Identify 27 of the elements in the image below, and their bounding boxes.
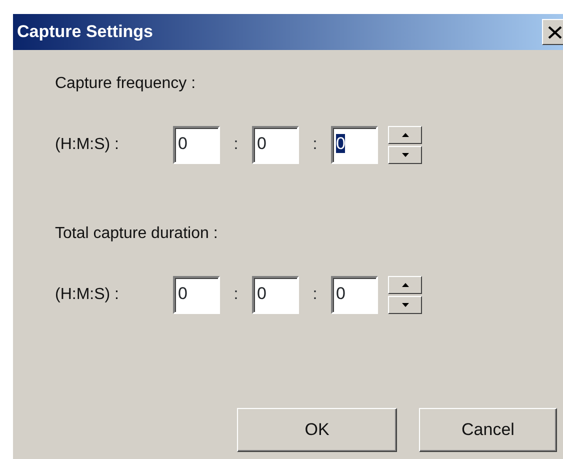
down-arrow-icon bbox=[402, 303, 408, 307]
spin-down-button[interactable] bbox=[388, 296, 422, 314]
close-icon bbox=[548, 26, 562, 38]
input-field[interactable]: 0 bbox=[252, 276, 299, 314]
input-field[interactable]: 0 bbox=[173, 126, 220, 164]
input-field[interactable]: 0 bbox=[331, 126, 378, 164]
cancel-button[interactable]: Cancel bbox=[419, 408, 557, 452]
input-field[interactable]: 0 bbox=[173, 276, 220, 314]
input-field[interactable]: 0 bbox=[252, 126, 299, 164]
spin-up-button[interactable] bbox=[388, 276, 422, 294]
separator: : bbox=[232, 135, 240, 155]
field-label: (H:M:S) : bbox=[55, 285, 120, 305]
input-field[interactable]: 0 bbox=[331, 276, 378, 314]
section-label: Total capture duration : bbox=[55, 224, 219, 244]
up-arrow-icon bbox=[402, 283, 408, 287]
down-arrow-icon bbox=[402, 153, 408, 157]
spin-down-button[interactable] bbox=[388, 146, 422, 164]
spin-up-button[interactable] bbox=[388, 126, 422, 144]
close-button[interactable] bbox=[542, 19, 563, 45]
separator: : bbox=[232, 285, 240, 305]
separator: : bbox=[312, 135, 318, 155]
separator: : bbox=[312, 285, 318, 305]
up-arrow-icon bbox=[402, 133, 408, 137]
window-title: Capture Settings bbox=[17, 21, 154, 44]
ok-button[interactable]: OK bbox=[237, 408, 397, 452]
section-label: Capture frequency : bbox=[55, 74, 197, 94]
field-label: (H:M:S) : bbox=[55, 135, 120, 155]
